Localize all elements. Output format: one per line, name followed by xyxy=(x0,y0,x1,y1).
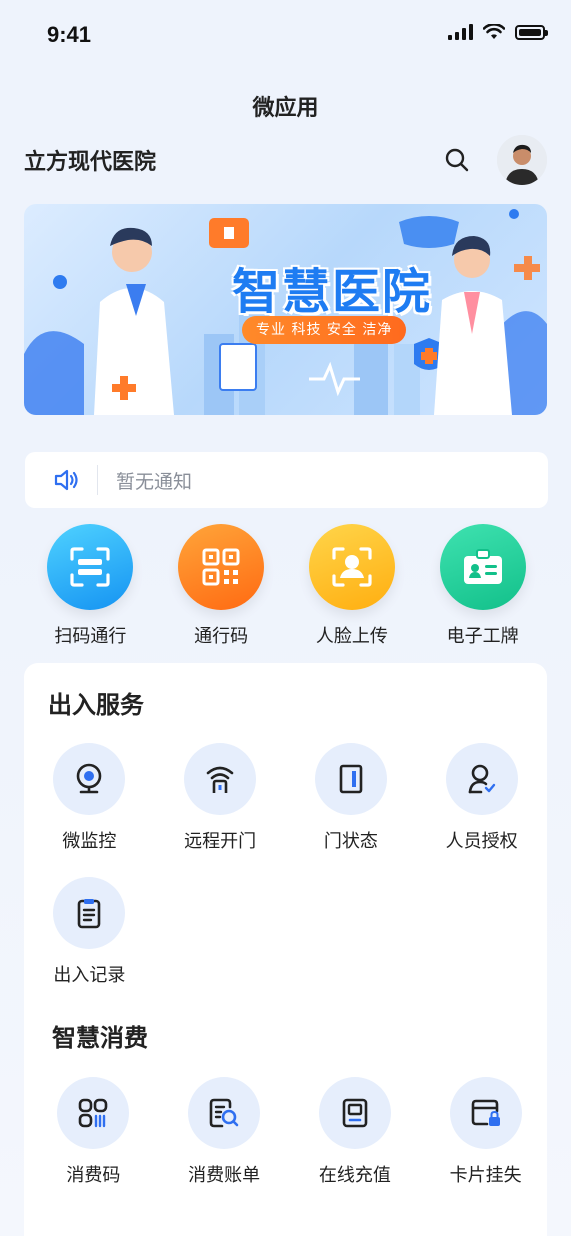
quick-label: 扫码通行 xyxy=(54,626,127,647)
avatar[interactable] xyxy=(497,135,547,185)
service-label: 远程开门 xyxy=(184,831,257,852)
services-card: 出入服务 微监控 远程开门 门状态 人员授权 出入记录 智慧消费 消费码 消费账… xyxy=(24,663,547,1236)
hospital-name: 立方现代医院 xyxy=(24,150,157,175)
service-user-auth[interactable]: 人员授权 xyxy=(416,743,547,853)
cellular-signal-icon xyxy=(448,24,473,40)
service-label: 卡片挂失 xyxy=(449,1165,522,1186)
service-label: 消费账单 xyxy=(188,1165,261,1186)
service-access-record[interactable]: 出入记录 xyxy=(24,877,155,987)
service-label: 微监控 xyxy=(62,831,117,852)
card-lock-icon xyxy=(449,1077,522,1149)
section-title-consumption: 智慧消费 xyxy=(52,1018,148,1055)
door-status-icon xyxy=(314,743,387,815)
service-pay-code[interactable]: 消费码 xyxy=(28,1077,159,1187)
service-label: 在线充值 xyxy=(318,1165,391,1186)
quick-face-upload[interactable]: 人脸上传 xyxy=(287,524,418,648)
quick-scan-pass[interactable]: 扫码通行 xyxy=(25,524,156,648)
speaker-icon xyxy=(54,469,78,491)
quick-label: 通行码 xyxy=(194,626,249,647)
bill-icon xyxy=(188,1077,261,1149)
quick-actions: 扫码通行 通行码 人脸上传 电子工牌 xyxy=(25,524,548,648)
notice-text: 暂无通知 xyxy=(116,470,193,493)
header: 立方现代医院 xyxy=(24,135,547,185)
service-door-status[interactable]: 门状态 xyxy=(286,743,417,853)
status-icons xyxy=(448,24,548,40)
access-grid: 微监控 远程开门 门状态 人员授权 出入记录 xyxy=(24,743,547,987)
recharge-icon xyxy=(318,1077,391,1149)
service-bill[interactable]: 消费账单 xyxy=(159,1077,290,1187)
service-label: 门状态 xyxy=(323,831,378,852)
pay-code-icon xyxy=(57,1077,130,1149)
qr-code-icon xyxy=(178,524,265,610)
promo-banner[interactable]: 智慧医院 专业 科技 安全 洁净 xyxy=(24,204,547,415)
camera-icon xyxy=(53,743,126,815)
record-icon xyxy=(53,877,126,949)
section-title-access: 出入服务 xyxy=(48,685,144,722)
scan-icon xyxy=(47,524,134,610)
remote-door-icon xyxy=(184,743,257,815)
banner-subtitle: 专业 科技 安全 洁净 xyxy=(242,316,407,344)
search-button[interactable] xyxy=(443,146,471,174)
consumption-grid: 消费码 消费账单 在线充值 卡片挂失 xyxy=(28,1077,551,1187)
user-avatar-icon xyxy=(497,135,547,185)
wifi-icon xyxy=(483,24,505,39)
page-title: 微应用 xyxy=(252,96,319,121)
banner-title: 智慧医院 xyxy=(232,264,433,320)
service-recharge[interactable]: 在线充值 xyxy=(290,1077,421,1187)
service-monitor[interactable]: 微监控 xyxy=(24,743,155,853)
battery-icon xyxy=(515,24,548,40)
service-label: 消费码 xyxy=(66,1165,121,1186)
service-card-loss[interactable]: 卡片挂失 xyxy=(420,1077,551,1187)
service-label: 人员授权 xyxy=(445,831,518,852)
search-icon xyxy=(445,148,469,172)
status-time: 9:41 xyxy=(47,22,92,47)
user-auth-icon xyxy=(445,743,518,815)
badge-icon xyxy=(439,524,526,610)
quick-e-badge[interactable]: 电子工牌 xyxy=(417,524,548,648)
notice-bar[interactable]: 暂无通知 xyxy=(25,452,548,508)
service-remote-door[interactable]: 远程开门 xyxy=(155,743,286,853)
status-bar: 9:41 xyxy=(0,0,571,70)
service-label: 出入记录 xyxy=(53,965,126,986)
quick-pass-code[interactable]: 通行码 xyxy=(156,524,287,648)
face-upload-icon xyxy=(308,524,395,610)
quick-label: 电子工牌 xyxy=(446,626,519,647)
notice-divider xyxy=(97,465,98,495)
quick-label: 人脸上传 xyxy=(315,626,388,647)
